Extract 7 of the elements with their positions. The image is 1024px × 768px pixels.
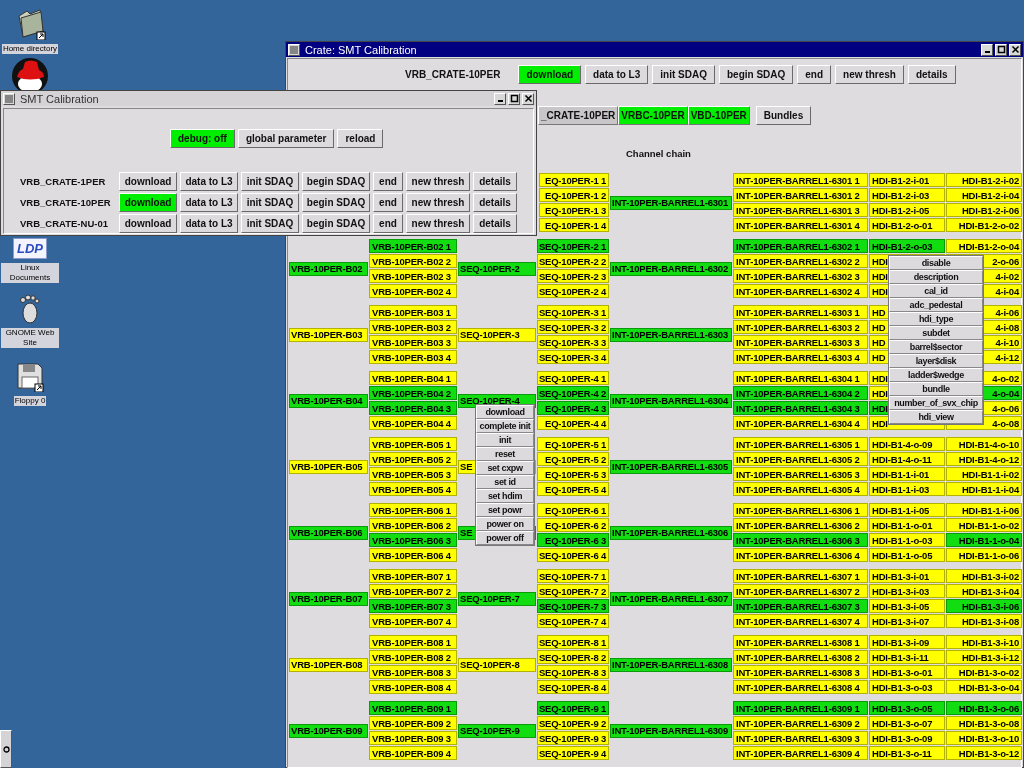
window-title: SMT Calibration: [19, 92, 100, 105]
crate-label: VRB_CRATE-10PER: [19, 197, 112, 208]
section-title: Channel chain: [626, 148, 691, 159]
window-title: Crate: SMT Calibration: [304, 43, 418, 56]
crate-label: VRB_CRATE-1PER: [19, 176, 107, 187]
crate-label: VRB_CRATE-NU-01: [19, 218, 109, 229]
crate-label: VRB_CRATE-10PER: [405, 69, 501, 80]
